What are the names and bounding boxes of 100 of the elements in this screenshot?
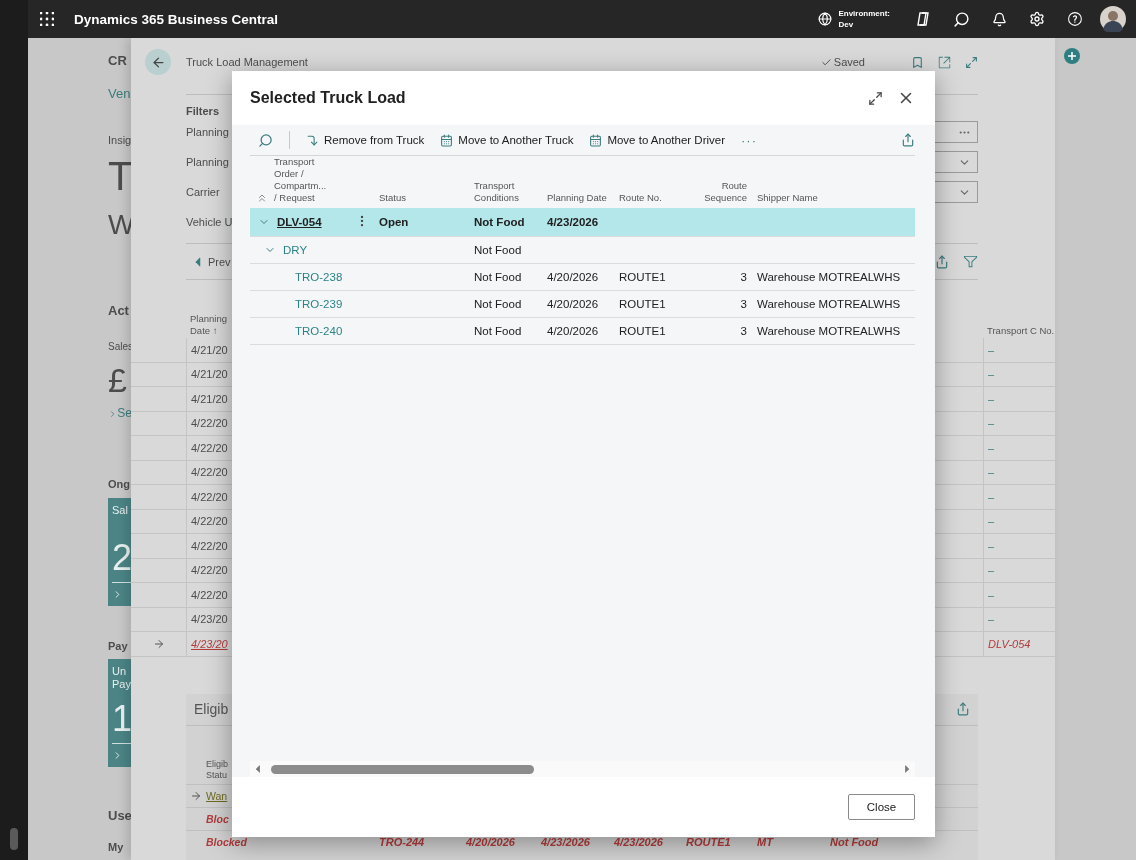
column-header[interactable]: Transport Order / Compartm... / Request [274,156,328,204]
table-cell-text: ROUTE1 [618,298,667,310]
avatar-icon[interactable] [1100,6,1126,32]
transport-number[interactable]: – [988,564,995,577]
expand-button[interactable] [868,90,883,106]
column-header[interactable]: Planning Date [543,192,615,204]
dialog-title: Selected Truck Load [250,89,407,107]
table-row[interactable]: DLV-054 Open Not Food 4/23/2026 [250,208,915,237]
see-more-link[interactable]: Se [108,407,132,421]
add-icon[interactable] [1064,48,1080,64]
collapse-all-icon[interactable] [256,192,268,204]
bookmark-icon[interactable] [911,55,924,69]
transport-number[interactable]: – [988,441,995,454]
row-link[interactable]: DRY [283,244,308,256]
table-row[interactable]: TRO-239 Not Food 4/20/2026 ROUTE1 3 Warehouse MOTREALWHS [250,291,915,318]
share-icon[interactable] [956,702,970,716]
transport-number[interactable]: – [988,392,995,405]
column-header[interactable]: Shipper Name [753,192,915,204]
date-cell: 4/22/20 [191,490,228,503]
panel-title: Eligib [194,701,230,717]
action-button[interactable]: Remove from Truck [298,128,433,152]
action-button[interactable]: Move to Another Truck [432,128,582,152]
horizontal-scrollbar[interactable] [250,761,915,777]
row-link[interactable]: TRO-239 [295,298,343,310]
row-link[interactable]: TRO-238 [295,271,343,283]
activity-tile[interactable]: Un Pay 1 [108,658,132,767]
back-button[interactable] [145,49,171,75]
table-row[interactable]: DRY Not Food [250,237,915,264]
column-header[interactable]: Status [375,192,470,204]
column-header[interactable]: Planning Date ↑ [190,313,234,337]
section-title: Ong [108,478,131,491]
transport-number[interactable]: – [988,417,995,430]
transport-number[interactable]: – [988,368,995,381]
share-icon[interactable] [935,254,949,269]
table-cell-text: ROUTE1 [618,271,667,283]
table-cell-text: ROUTE1 [686,835,732,848]
filter-label: Vehicle U [186,216,233,228]
search-icon [258,132,273,148]
transport-number[interactable]: – [988,515,995,528]
activity-tile[interactable]: Sal 2 [108,498,132,607]
status-cell-text: Blocked [206,835,248,848]
transport-number[interactable]: – [988,466,995,479]
transport-number[interactable]: DLV-054 [988,637,1031,650]
row-link[interactable]: DLV-054 [277,216,322,228]
table-row[interactable]: TRO-240 Not Food 4/20/2026 ROUTE1 3 Warehouse MOTREALWHS [250,318,915,345]
table-row[interactable]: TRO-238 Not Food 4/20/2026 ROUTE1 3 Warehouse MOTREALWHS [250,264,915,291]
current-row-icon [190,789,202,802]
column-header[interactable]: Eligib Statu [206,758,234,781]
column-header[interactable]: Transport C No. [987,325,1055,337]
filter-label: Carrier [186,186,220,198]
expand-icon[interactable] [965,55,978,69]
column-header[interactable]: Route Sequence [690,180,753,204]
help-icon[interactable] [1066,10,1084,28]
table-cell-text: Not Food [473,271,523,283]
settings-icon[interactable] [1029,11,1045,27]
more-actions-button[interactable]: ··· [733,128,765,152]
table-cell-text: 4/23/2026 [546,216,600,228]
search-icon[interactable] [952,10,970,28]
table-cell-text: TRO-244 [379,835,426,848]
globe-icon [818,12,833,26]
table-cell-text: Not Food [473,325,523,337]
close-button[interactable]: Close [848,794,915,820]
column-header[interactable]: Transport Conditions [470,180,543,204]
tile-value: 1 [112,700,132,737]
down-arrow-icon [306,133,319,147]
open-in-new-icon[interactable] [938,55,951,69]
table-cell-text: ROUTE1 [618,325,667,337]
tile-label: Sal [112,504,129,518]
transport-number[interactable]: – [988,613,995,626]
headline: T [108,153,132,198]
transport-number[interactable]: – [988,539,995,552]
date-cell: 4/22/20 [191,515,228,528]
scroll-left-icon[interactable] [253,764,263,774]
table-cell-text: Not Food [473,298,523,310]
vendor-link[interactable]: Ven [108,87,132,102]
filter-label: Planning [186,156,229,168]
share-icon[interactable] [901,133,915,147]
date-cell: 4/22/20 [191,539,228,552]
transport-number[interactable]: – [988,490,995,503]
scroll-right-icon[interactable] [902,764,912,774]
scroll-handle[interactable] [10,828,18,850]
transport-number[interactable]: – [988,588,995,601]
filter-icon[interactable] [963,254,978,269]
action-button[interactable]: Move to Another Driver [581,128,733,152]
app-launcher-icon[interactable] [40,12,54,26]
date-cell: 4/22/20 [191,417,228,430]
table-cell-text: Warehouse MOTREALWHS [756,271,902,283]
column-header[interactable]: Route No. [615,192,690,204]
filters-title: Filters [186,105,220,117]
environment-label: Environment: Dev [838,8,890,30]
bell-icon[interactable] [991,11,1007,27]
section-title: Act [108,304,130,319]
table-cell-text: Warehouse MOTREALWHS [756,298,902,310]
table-cell-text: 4/20/2026 [546,271,600,283]
sales-amount: £ [108,361,128,400]
date-cell: 4/22/20 [191,588,228,601]
row-link[interactable]: TRO-240 [295,325,343,337]
status-cell-text: Wan [206,789,229,802]
transport-number[interactable]: – [988,343,995,356]
table-cell-text: 3 [739,271,748,283]
